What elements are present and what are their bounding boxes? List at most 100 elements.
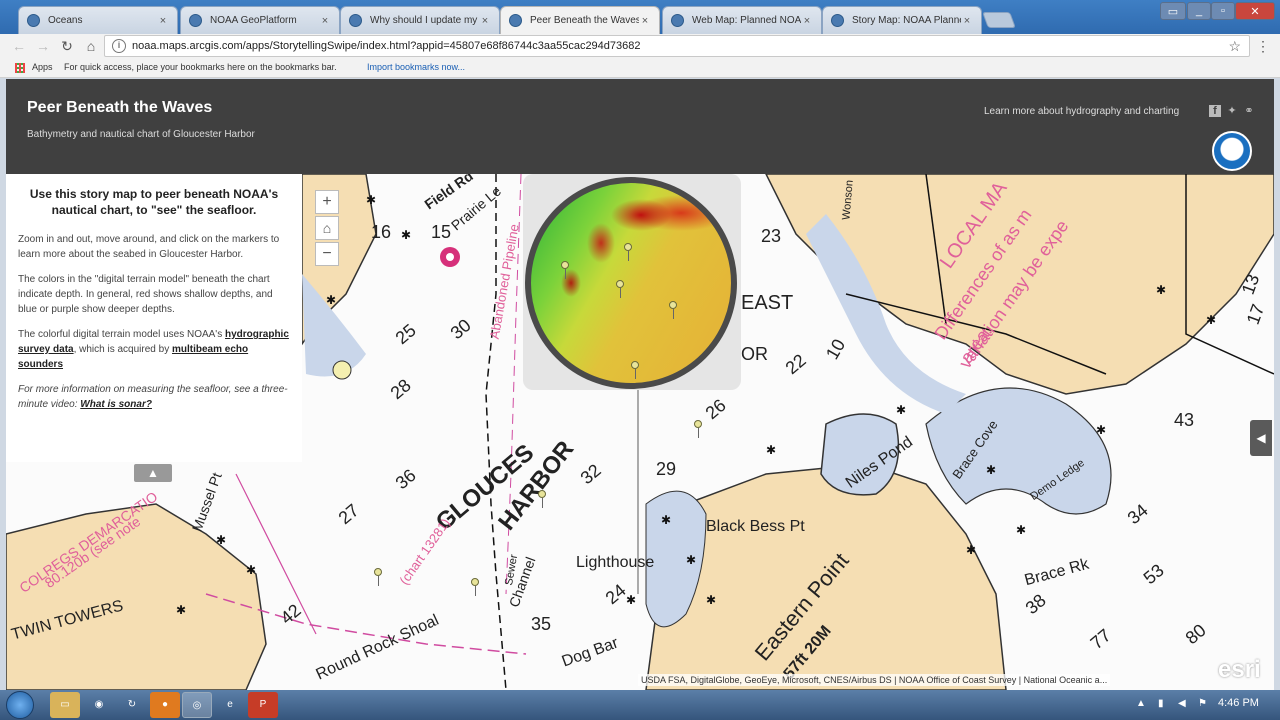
reload-icon[interactable]: ↻ bbox=[58, 37, 76, 55]
tab-web-map[interactable]: Web Map: Planned NOAA × bbox=[662, 6, 822, 34]
collapse-panel-button[interactable]: ▲ bbox=[134, 464, 172, 482]
tab-noaa-geoplatform[interactable]: NOAA GeoPlatform × bbox=[180, 6, 340, 34]
svg-text:✱: ✱ bbox=[706, 593, 716, 607]
svg-text:✱: ✱ bbox=[986, 463, 996, 477]
learn-more-link[interactable]: Learn more about hydrography and chartin… bbox=[984, 106, 1179, 117]
story-marker[interactable] bbox=[694, 420, 702, 438]
sounding: 35 bbox=[531, 614, 552, 634]
globe-icon bbox=[189, 14, 202, 27]
forward-arrow-icon[interactable]: → bbox=[34, 37, 52, 55]
clock[interactable]: 4:46 PM bbox=[1218, 697, 1259, 709]
tab-peer-beneath-waves[interactable]: Peer Beneath the Waves × bbox=[500, 6, 660, 34]
tray-arrow-icon[interactable]: ▲ bbox=[1136, 698, 1146, 709]
link-icon[interactable]: ⚭ bbox=[1243, 105, 1255, 117]
volume-icon[interactable]: ◀ bbox=[1178, 698, 1186, 709]
twitter-icon[interactable]: ✦ bbox=[1226, 105, 1238, 117]
svg-text:✱: ✱ bbox=[1096, 423, 1106, 437]
svg-text:✱: ✱ bbox=[1156, 283, 1166, 297]
back-arrow-icon[interactable]: ← bbox=[10, 37, 28, 55]
globe-icon bbox=[509, 14, 522, 27]
browser-menu-icon[interactable]: ⋮ bbox=[1256, 38, 1270, 55]
tab-story-map[interactable]: Story Map: NOAA Planne × bbox=[822, 6, 982, 34]
story-marker[interactable] bbox=[616, 280, 624, 298]
ie-icon[interactable]: e bbox=[215, 692, 245, 718]
sounding: 16 bbox=[371, 222, 392, 242]
minimize-button[interactable]: _ bbox=[1187, 2, 1211, 20]
home-icon[interactable]: ⌂ bbox=[82, 37, 100, 55]
panel-paragraph: Zoom in and out, move around, and click … bbox=[18, 234, 280, 260]
globe-icon bbox=[671, 14, 684, 27]
story-marker[interactable] bbox=[561, 261, 569, 279]
globe-icon bbox=[27, 14, 40, 27]
sounding: 15 bbox=[431, 222, 452, 242]
user-icon[interactable]: ▭ bbox=[1160, 2, 1186, 20]
folder-icon[interactable]: ▭ bbox=[50, 692, 80, 718]
what-is-sonar-link[interactable]: What is sonar? bbox=[80, 399, 152, 410]
app-icon[interactable]: ◉ bbox=[84, 692, 114, 718]
tab-label: Web Map: Planned NOAA bbox=[692, 15, 801, 26]
panel-text: The colorful digital terrain model uses … bbox=[18, 329, 223, 340]
terrain-model-lens[interactable] bbox=[525, 177, 737, 389]
window-close-button[interactable]: ✕ bbox=[1235, 2, 1275, 20]
sounding: 29 bbox=[656, 459, 677, 479]
map-attribution: USDA FSA, DigitalGlobe, GeoEye, Microsof… bbox=[638, 674, 1111, 686]
noaa-logo[interactable] bbox=[1212, 131, 1252, 171]
panel-text: , which is acquired by bbox=[73, 344, 170, 355]
app-icon[interactable]: ↻ bbox=[117, 692, 147, 718]
home-extent-button[interactable]: ⌂ bbox=[315, 216, 339, 240]
label-east: EAST bbox=[741, 292, 794, 314]
zoom-out-button[interactable]: − bbox=[315, 242, 339, 266]
info-icon[interactable]: i bbox=[112, 39, 126, 53]
chevron-left-icon[interactable]: ◀ bbox=[1250, 420, 1272, 456]
bookmark-star-icon[interactable]: ☆ bbox=[1228, 38, 1241, 55]
zoom-in-button[interactable]: + bbox=[315, 190, 339, 214]
close-icon[interactable]: × bbox=[479, 15, 491, 27]
url-text[interactable]: noaa.maps.arcgis.com/apps/StorytellingSw… bbox=[132, 40, 641, 52]
facebook-icon[interactable]: f bbox=[1209, 105, 1221, 117]
close-icon[interactable]: × bbox=[157, 15, 169, 27]
story-marker[interactable] bbox=[631, 361, 639, 379]
flag-icon[interactable]: ⚑ bbox=[1198, 698, 1207, 709]
start-button[interactable] bbox=[6, 691, 34, 719]
firefox-icon[interactable]: ● bbox=[150, 692, 180, 718]
panel-paragraph: For more information on measuring the se… bbox=[18, 382, 290, 412]
svg-text:✱: ✱ bbox=[686, 553, 696, 567]
browser-toolbar: ← → ↻ ⌂ i noaa.maps.arcgis.com/apps/Stor… bbox=[0, 34, 1280, 58]
network-icon[interactable]: ▮ bbox=[1158, 698, 1164, 709]
page-title: Peer Beneath the Waves bbox=[27, 99, 213, 116]
import-bookmarks-link[interactable]: Import bookmarks now... bbox=[367, 62, 465, 72]
close-icon[interactable]: × bbox=[961, 15, 973, 27]
sounding: 23 bbox=[761, 226, 782, 246]
address-bar[interactable]: i noaa.maps.arcgis.com/apps/Storytelling… bbox=[104, 35, 1250, 57]
bookmarks-bar: Apps For quick access, place your bookma… bbox=[0, 58, 1280, 78]
browser-tabstrip: Oceans × NOAA GeoPlatform × Why should I… bbox=[0, 0, 1280, 34]
svg-text:✱: ✱ bbox=[896, 403, 906, 417]
panel-text: For more information on measuring the se… bbox=[18, 384, 288, 410]
powerpoint-icon[interactable]: P bbox=[248, 692, 278, 718]
label-or: OR bbox=[741, 344, 768, 364]
app-header: Peer Beneath the Waves Bathymetry and na… bbox=[6, 79, 1274, 174]
panel-paragraph: The colorful digital terrain model uses … bbox=[18, 327, 290, 372]
apps-link[interactable]: Apps bbox=[32, 62, 53, 72]
story-marker[interactable] bbox=[624, 243, 632, 261]
tab-why-update[interactable]: Why should I update my × bbox=[340, 6, 500, 34]
chrome-icon[interactable]: ◎ bbox=[182, 692, 212, 718]
story-panel: Use this story map to peer beneath NOAA'… bbox=[6, 174, 302, 462]
panel-paragraph: The colors in the "digital terrain model… bbox=[18, 274, 273, 315]
svg-text:✱: ✱ bbox=[326, 293, 336, 307]
maximize-button[interactable]: ▫ bbox=[1211, 2, 1235, 20]
story-marker[interactable] bbox=[374, 568, 382, 586]
apps-grid-icon[interactable] bbox=[15, 63, 25, 73]
close-icon[interactable]: × bbox=[801, 15, 813, 27]
svg-text:✱: ✱ bbox=[766, 443, 776, 457]
page-subtitle: Bathymetry and nautical chart of Glouces… bbox=[27, 129, 255, 140]
tab-label: Oceans bbox=[48, 15, 83, 26]
story-marker[interactable] bbox=[471, 578, 479, 596]
close-icon[interactable]: × bbox=[639, 15, 651, 27]
story-marker[interactable] bbox=[538, 490, 546, 508]
story-marker[interactable] bbox=[669, 301, 677, 319]
tab-oceans[interactable]: Oceans × bbox=[18, 6, 178, 34]
new-tab-button[interactable] bbox=[982, 12, 1016, 28]
close-icon[interactable]: × bbox=[319, 15, 331, 27]
esri-logo[interactable]: esri bbox=[1218, 656, 1261, 684]
